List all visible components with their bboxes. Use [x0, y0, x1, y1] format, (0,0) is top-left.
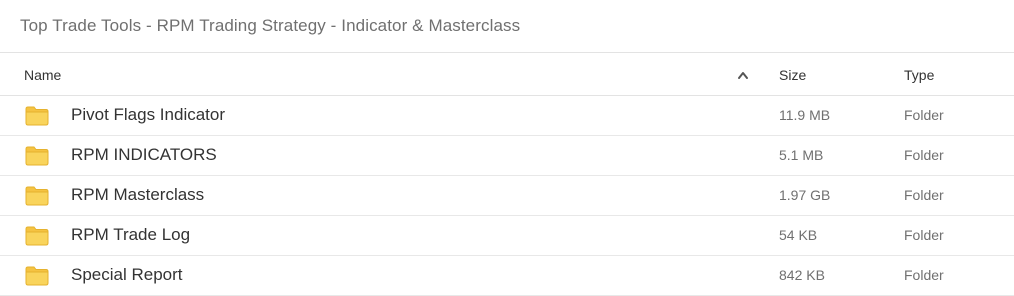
breadcrumb-header: Top Trade Tools - RPM Trading Strategy -… [0, 0, 1014, 53]
folder-icon [25, 106, 49, 126]
chevron-up-icon[interactable] [737, 70, 749, 80]
table-row[interactable]: RPM Masterclass 1.97 GB Folder [0, 176, 1014, 216]
row-name: RPM INDICATORS [71, 145, 217, 164]
table-row[interactable]: Pivot Flags Indicator 11.9 MB Folder [0, 96, 1014, 136]
file-list: Pivot Flags Indicator 11.9 MB Folder RPM… [0, 96, 1014, 296]
table-row[interactable]: RPM Trade Log 54 KB Folder [0, 216, 1014, 256]
table-row[interactable]: Special Report 842 KB Folder [0, 256, 1014, 296]
row-size: 11.9 MB [779, 107, 831, 123]
file-browser: Top Trade Tools - RPM Trading Strategy -… [0, 0, 1014, 296]
row-type: Folder [904, 187, 944, 203]
row-name: Special Report [71, 265, 183, 284]
row-type: Folder [904, 267, 944, 283]
folder-icon [25, 186, 49, 206]
row-type: Folder [904, 227, 944, 243]
column-header-type[interactable]: Type [904, 67, 934, 83]
column-header-name[interactable]: Name [24, 67, 61, 83]
folder-icon [25, 146, 49, 166]
row-size: 5.1 MB [779, 147, 824, 163]
row-name: Pivot Flags Indicator [71, 105, 226, 124]
column-header-size[interactable]: Size [779, 67, 806, 83]
row-name: RPM Trade Log [71, 225, 191, 244]
row-type: Folder [904, 107, 944, 123]
table-header: Name Size Type [0, 53, 1014, 96]
table-row[interactable]: RPM INDICATORS 5.1 MB Folder [0, 136, 1014, 176]
row-size: 842 KB [779, 267, 825, 283]
row-size: 54 KB [779, 227, 818, 243]
row-name: RPM Masterclass [71, 185, 205, 204]
row-type: Folder [904, 147, 944, 163]
row-size: 1.97 GB [779, 187, 831, 203]
folder-icon [25, 226, 49, 246]
folder-icon [25, 266, 49, 286]
page-title: Top Trade Tools - RPM Trading Strategy -… [20, 16, 521, 35]
